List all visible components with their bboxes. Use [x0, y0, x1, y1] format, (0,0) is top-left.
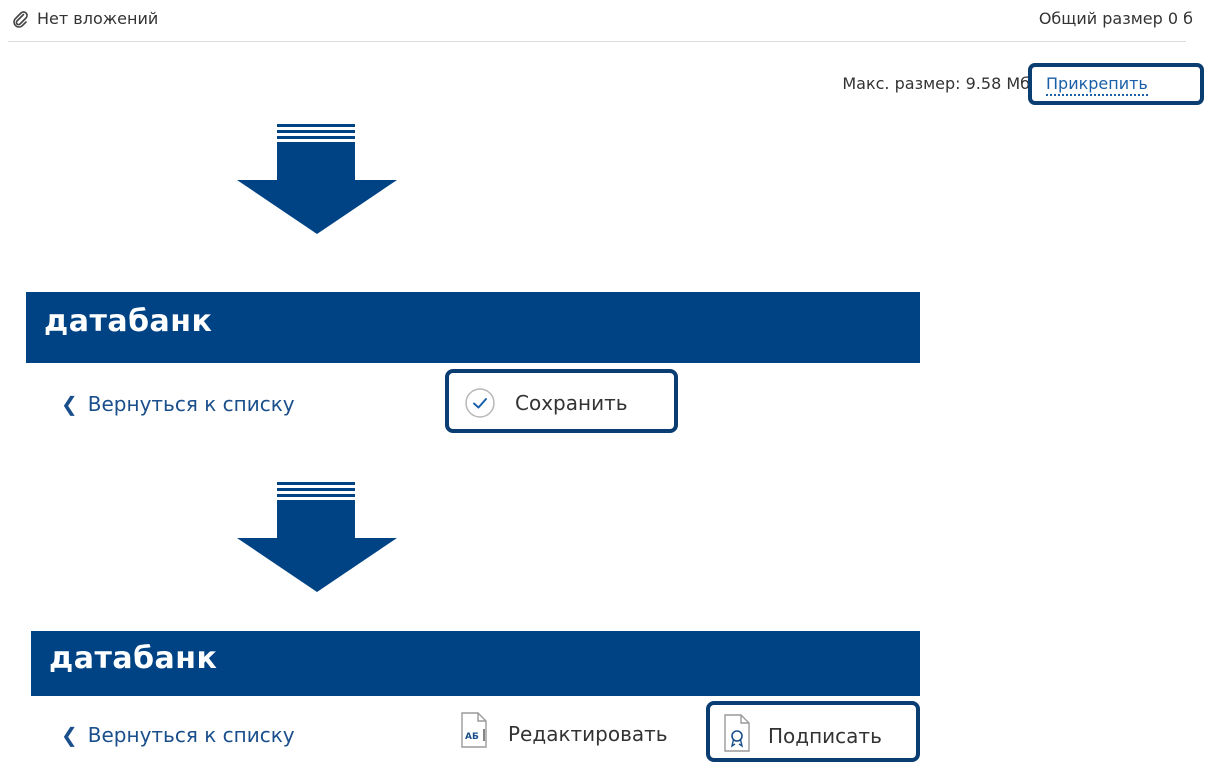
svg-text:АБ: АБ: [465, 732, 479, 742]
edit-label: Редактировать: [508, 722, 668, 746]
databank-header: датабанк: [31, 631, 920, 696]
databank-logo: датабанк: [49, 641, 218, 676]
databank-logo: датабанк: [44, 304, 213, 339]
max-size-text: Макс. размер: 9.58 Мб: [842, 74, 1030, 93]
chevron-left-icon: ❮: [61, 723, 78, 747]
attach-button[interactable]: Прикрепить: [1028, 63, 1204, 105]
certificate-icon: [722, 714, 752, 756]
arrow-down-icon: [237, 124, 397, 236]
databank-header: датабанк: [26, 292, 920, 363]
no-attachments-text: Нет вложений: [37, 9, 159, 28]
divider: [8, 41, 1186, 42]
paperclip-icon: [12, 10, 28, 28]
back-to-list-label: Вернуться к списку: [87, 723, 295, 747]
edit-button[interactable]: АБ Редактировать: [459, 712, 699, 756]
attach-link[interactable]: Прикрепить: [1046, 74, 1148, 96]
back-to-list-link[interactable]: ❮ Вернуться к списку: [61, 392, 295, 416]
arrow-down-icon: [237, 482, 397, 594]
sign-label: Подписать: [768, 724, 882, 748]
total-size-text: Общий размер 0 б: [1038, 9, 1193, 28]
back-to-list-link[interactable]: ❮ Вернуться к списку: [61, 723, 295, 747]
save-label: Сохранить: [515, 391, 628, 415]
save-button[interactable]: Сохранить: [445, 369, 678, 433]
back-to-list-label: Вернуться к списку: [87, 392, 295, 416]
sign-button[interactable]: Подписать: [706, 701, 920, 762]
check-circle-icon: [464, 387, 496, 423]
chevron-left-icon: ❮: [61, 392, 78, 416]
attachments-bar: Нет вложений Общий размер 0 б: [0, 0, 1209, 42]
document-text-icon: АБ: [459, 712, 489, 752]
